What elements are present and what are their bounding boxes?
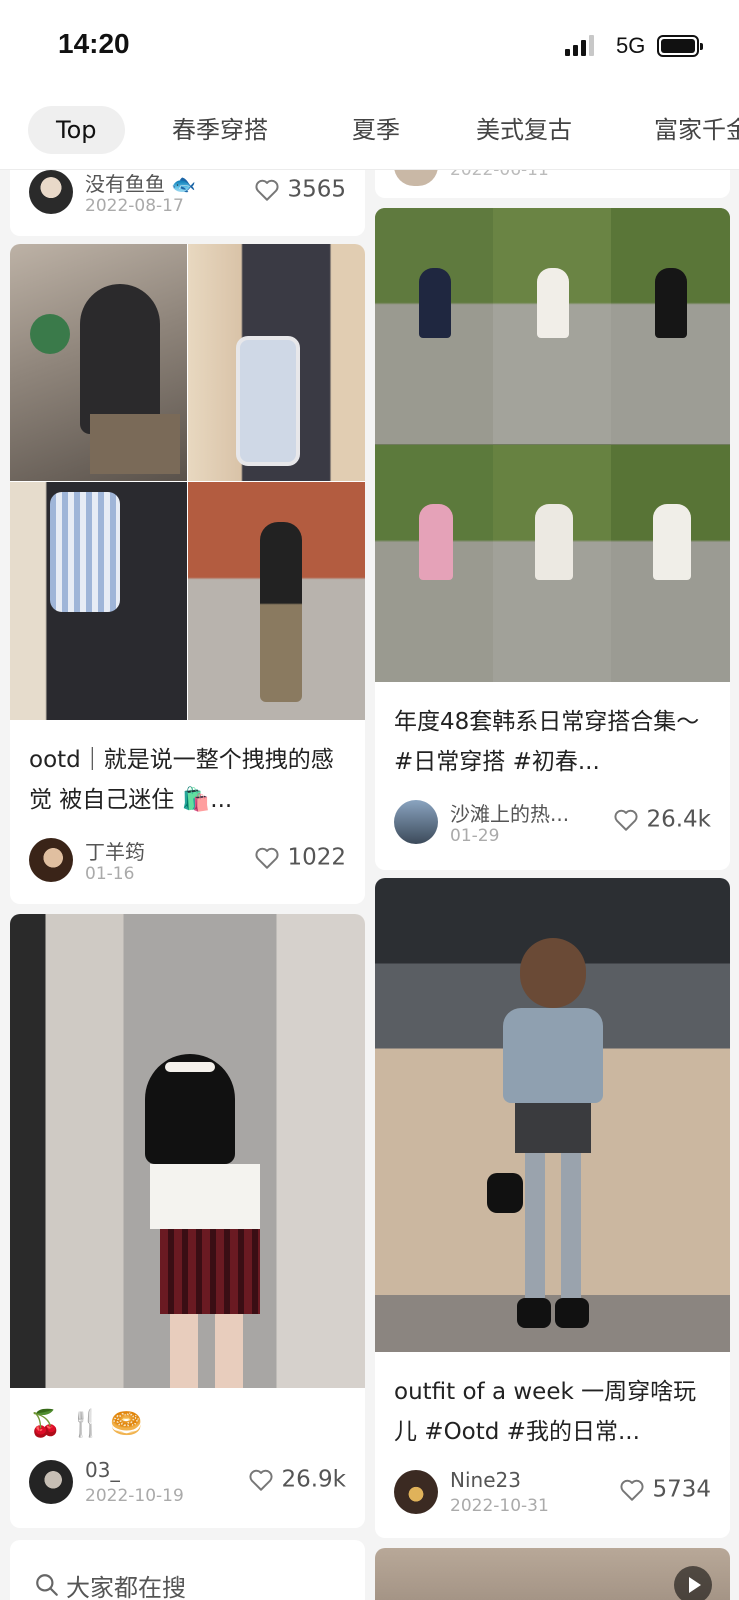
author-name[interactable]: 丁羊筠 <box>85 836 145 865</box>
post-date: 01-29 <box>450 826 500 846</box>
tab-rich-lady[interactable]: 富家千金 <box>654 106 739 154</box>
search-suggestion-card[interactable]: 大家都在搜 <box>10 1540 365 1600</box>
like-button[interactable]: 1022 <box>254 844 346 874</box>
like-button[interactable]: 5734 <box>619 1476 711 1506</box>
avatar[interactable] <box>394 1470 438 1514</box>
avatar[interactable] <box>29 1460 73 1504</box>
card-author: 03_ 2022-10-19 26.9k <box>29 1458 346 1506</box>
card-author: Nine23 2022-10-31 5734 <box>394 1468 711 1516</box>
heart-outline-icon <box>620 1479 644 1501</box>
post-photo-collage[interactable] <box>10 244 365 720</box>
post-photo-collage[interactable] <box>375 208 730 682</box>
author-name[interactable]: 沙滩上的热... <box>450 798 569 827</box>
search-suggestion-label[interactable]: 大家都在搜 <box>66 1568 186 1600</box>
post-title[interactable]: 🍒 🍴 🥯 <box>29 1404 346 1444</box>
author-name[interactable]: Nine23 <box>450 1468 521 1492</box>
tab-summer[interactable]: 夏季 <box>352 106 400 154</box>
like-button[interactable]: 26.9k <box>248 1466 346 1496</box>
fish-emoji: 🐟 <box>171 172 197 196</box>
cellular-signal-icon <box>565 34 595 56</box>
author-name[interactable]: 03_ <box>85 1458 120 1482</box>
like-count: 1022 <box>287 844 346 871</box>
status-bar: 14:20 5G <box>0 0 739 92</box>
network-type: 5G <box>616 33 646 58</box>
post-title[interactable]: ootd｜就是说一整个拽拽的感觉 被自己迷住 🛍️... <box>29 740 346 820</box>
play-icon[interactable] <box>674 1566 712 1600</box>
post-date: 2022-10-31 <box>450 1496 549 1516</box>
post-date: 2022-10-19 <box>85 1486 184 1506</box>
tab-american-vintage[interactable]: 美式复古 <box>476 106 572 154</box>
card-author: 沙滩上的热... 01-29 26.4k <box>394 800 711 846</box>
feed-card[interactable]: 年度48套韩系日常穿搭合集～ #日常穿搭 #初春... 沙滩上的热... 01-… <box>375 208 730 870</box>
avatar[interactable] <box>394 800 438 844</box>
feed-card[interactable]: outfit of a week 一周穿啥玩儿 #Ootd #我的日常... N… <box>375 878 730 1538</box>
post-title[interactable]: 年度48套韩系日常穿搭合集～ #日常穿搭 #初春... <box>394 702 711 782</box>
feed-card[interactable]: 🍒 🍴 🥯 03_ 2022-10-19 26.9k <box>10 914 365 1528</box>
author-name[interactable]: 没有鱼鱼 🐟 <box>85 168 196 197</box>
avatar[interactable] <box>29 170 73 214</box>
status-time: 14:20 <box>58 28 130 59</box>
heart-outline-icon <box>249 1469 273 1491</box>
post-date: 2022-08-17 <box>85 196 184 216</box>
tab-top[interactable]: Top <box>28 106 125 154</box>
post-title[interactable]: outfit of a week 一周穿啥玩儿 #Ootd #我的日常... <box>394 1372 711 1452</box>
category-tabs: Top 春季穿搭 夏季 美式复古 富家千金 <box>0 92 739 170</box>
heart-outline-icon <box>614 809 638 831</box>
like-button[interactable]: 3565 <box>254 176 346 206</box>
like-count: 5734 <box>652 1476 711 1503</box>
like-count: 26.9k <box>281 1466 346 1493</box>
search-icon <box>36 1574 58 1596</box>
avatar[interactable] <box>29 838 73 882</box>
post-date: 01-16 <box>85 864 135 884</box>
post-photo[interactable] <box>10 914 365 1388</box>
tab-spring-outfits[interactable]: 春季穿搭 <box>172 106 268 154</box>
card-author: 丁羊筠 01-16 1022 <box>29 838 346 884</box>
like-count: 3565 <box>287 176 346 203</box>
heart-outline-icon <box>255 179 279 201</box>
feed-card-video[interactable] <box>375 1548 730 1600</box>
heart-outline-icon <box>255 847 279 869</box>
post-photo[interactable] <box>375 878 730 1352</box>
battery-icon <box>657 35 703 57</box>
like-count: 26.4k <box>646 806 711 833</box>
card-author: 没有鱼鱼 🐟 2022-08-17 3565 <box>29 170 346 216</box>
feed-card[interactable]: ootd｜就是说一整个拽拽的感觉 被自己迷住 🛍️... 丁羊筠 01-16 1… <box>10 244 365 904</box>
like-button[interactable]: 26.4k <box>613 806 711 836</box>
